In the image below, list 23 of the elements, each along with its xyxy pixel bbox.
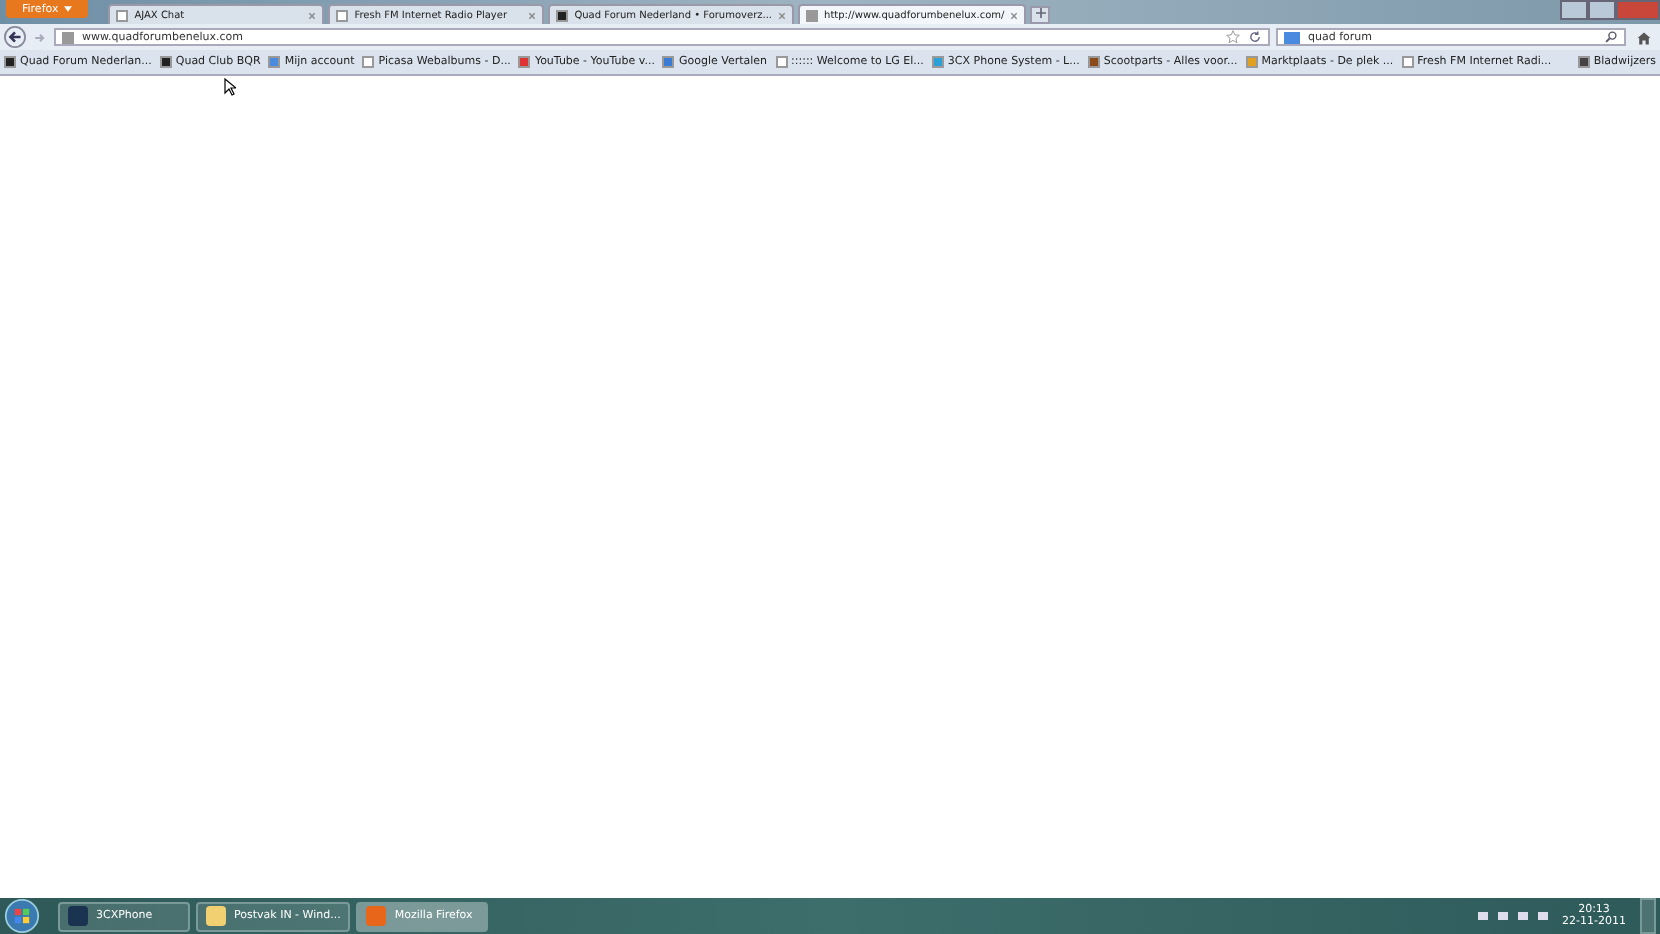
site-identity-icon[interactable] [62,31,74,43]
forward-icon[interactable] [32,29,48,45]
favicon-icon [116,9,129,21]
favicon-icon [336,9,349,21]
search-icon[interactable] [1604,30,1618,44]
back-icon[interactable] [4,26,26,48]
home-icon[interactable] [1636,29,1652,45]
plus-icon [1035,8,1046,18]
system-tray-drawing[interactable] [1478,912,1549,920]
reload-icon[interactable] [1248,30,1262,44]
search-engine-icon[interactable] [1284,31,1300,43]
close-icon[interactable] [1010,11,1019,19]
close-icon[interactable] [528,11,537,19]
window-controls-drawing[interactable] [1560,0,1660,20]
favicon-icon [556,9,569,21]
close-icon[interactable] [308,11,317,19]
star-icon[interactable] [1226,30,1240,44]
start-button[interactable] [4,898,40,934]
close-icon[interactable] [778,11,787,19]
new-tab-button[interactable] [1030,6,1051,24]
dropdown-arrow-icon [64,5,73,11]
show-desktop-button[interactable] [1640,898,1656,934]
favicon-icon [806,9,819,21]
